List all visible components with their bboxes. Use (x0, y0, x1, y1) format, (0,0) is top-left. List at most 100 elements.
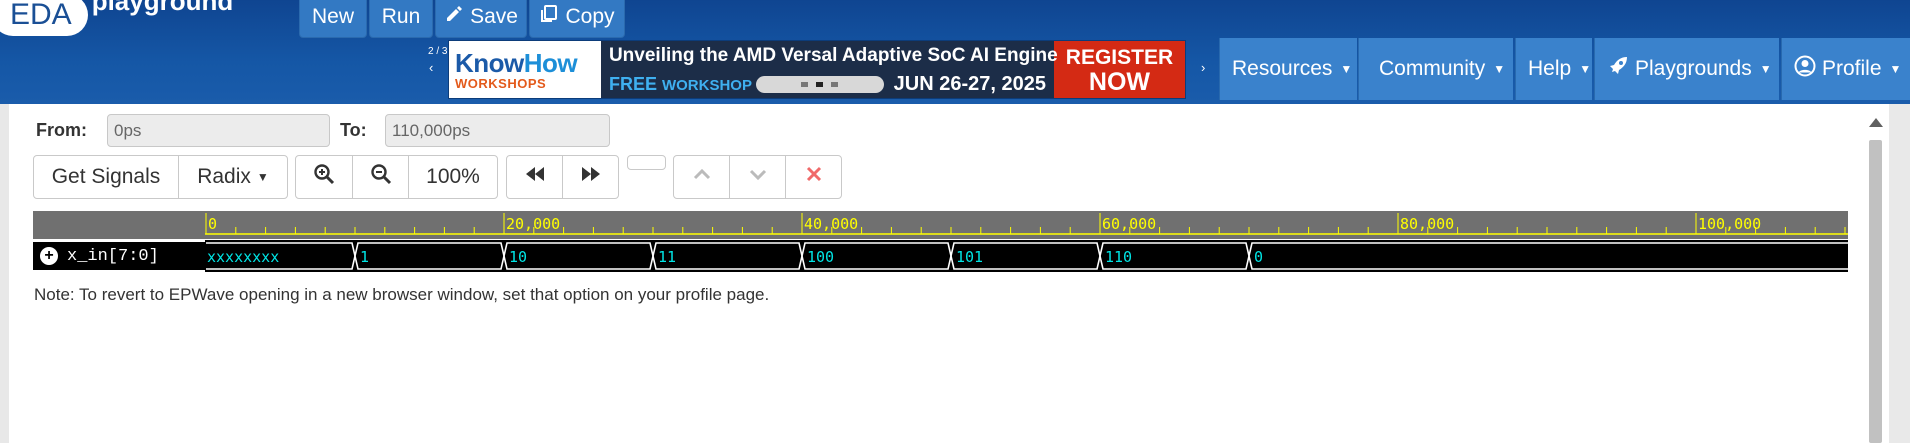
scroll-thumb[interactable] (1869, 140, 1882, 443)
user-circle-icon (1794, 55, 1816, 83)
zoom-in-icon (313, 163, 335, 191)
signal-row-label[interactable]: + x_in[7:0] (33, 242, 205, 270)
blank-button[interactable] (627, 155, 666, 170)
signal-trace[interactable]: xxxxxxxx 1 10 11 100 101 110 0 (205, 240, 1848, 272)
logo-eda-text: EDA (0, 0, 88, 36)
ad-brand: KnowHow WORKSHOPS (449, 41, 601, 98)
ad-message: Unveiling the AMD Versal Adaptive SoC AI… (600, 41, 1058, 98)
left-edge (0, 104, 9, 443)
ad-pager (755, 76, 884, 93)
scroll-up-icon[interactable] (1869, 118, 1883, 127)
get-signals-label: Get Signals (51, 165, 161, 188)
zoom-out-button[interactable] (352, 155, 409, 199)
caret-down-icon: ▼ (256, 170, 269, 184)
caret-down-icon: ▼ (1759, 62, 1772, 76)
caret-down-icon: ▼ (1579, 62, 1592, 76)
ruler-tick-label: 100,000 (1698, 215, 1761, 233)
run-button-label: Run (381, 5, 421, 28)
top-navbar: EDA playground New Run Save Copy 2 / 3 ‹… (0, 0, 1910, 104)
ruler-tick-label: 40,000 (804, 215, 858, 233)
remove-signal-button[interactable] (785, 155, 842, 199)
signal-segment[interactable] (354, 242, 505, 270)
signal-value-label: 100 (807, 248, 834, 266)
expand-signal-icon[interactable]: + (40, 247, 58, 265)
signal-value-label: 10 (509, 248, 527, 266)
ad-date: JUN 26-27, 2025 (893, 73, 1046, 95)
zoom-out-icon (370, 163, 392, 191)
ruler-tick-label: 60,000 (1102, 215, 1156, 233)
copy-button[interactable]: Copy (529, 0, 625, 38)
ad-cta-line1: REGISTER (1065, 45, 1174, 69)
signal-value-label: 110 (1105, 248, 1132, 266)
time-ruler[interactable]: 0 20,000 40,000 60,000 80,000 100,000 (205, 211, 1848, 239)
nav-profile-label: Profile (1822, 57, 1882, 80)
nav-playgrounds[interactable]: Playgrounds ▼ (1594, 38, 1779, 100)
ad-brand-sub: WORKSHOPS (455, 75, 547, 91)
nav-community[interactable]: Community ▼ (1358, 38, 1513, 100)
carousel-next-icon[interactable]: › (1201, 60, 1205, 75)
nav-resources-label: Resources (1232, 57, 1333, 80)
pencil-icon (444, 4, 464, 30)
move-up-button[interactable] (673, 155, 730, 199)
caret-down-icon: ▼ (1340, 62, 1353, 76)
radix-label: Radix (197, 165, 251, 188)
nav-community-label: Community (1379, 57, 1486, 80)
forward-icon (580, 163, 602, 191)
nav-profile[interactable]: Profile ▼ (1781, 38, 1910, 100)
from-label: From: (36, 120, 87, 140)
run-button[interactable]: Run (369, 0, 433, 38)
to-input[interactable] (385, 114, 610, 147)
signal-value-label: xxxxxxxx (207, 248, 279, 266)
ad-workshop: WORKSHOP (661, 77, 752, 94)
ruler-corner (33, 211, 205, 239)
save-button-label: Save (470, 5, 518, 28)
radix-dropdown[interactable]: Radix ▼ (178, 155, 288, 199)
epwave-panel (9, 104, 1889, 443)
nav-help[interactable]: Help ▼ (1515, 38, 1592, 100)
ad-brand-how: How (523, 47, 578, 78)
ad-banner[interactable]: KnowHow WORKSHOPS Unveiling the AMD Vers… (448, 40, 1186, 99)
zoom-level-label: 100% (426, 165, 480, 188)
eda-playground-logo[interactable]: EDA playground (0, 0, 233, 38)
signal-value-label: 1 (360, 248, 369, 266)
carousel-prev-icon[interactable]: ‹ (429, 60, 433, 75)
new-button-label: New (312, 5, 355, 28)
carousel-counter: 2 / 3 (428, 46, 448, 57)
ruler-tick-label: 80,000 (1400, 215, 1454, 233)
get-signals-button[interactable]: Get Signals (33, 155, 179, 199)
vertical-scrollbar[interactable] (1866, 112, 1884, 443)
caret-down-icon: ▼ (1889, 62, 1902, 76)
copy-icon (539, 4, 559, 30)
ad-cta-line2: NOW (1088, 67, 1151, 96)
scroll-back-button[interactable] (506, 155, 563, 199)
ruler-tick-label: 0 (208, 215, 217, 233)
move-down-button[interactable] (729, 155, 786, 199)
ad-brand-know: Know (455, 47, 524, 78)
caret-down-icon: ▼ (1493, 62, 1506, 76)
rocket-icon (1607, 55, 1629, 83)
signal-name: x_in[7:0] (67, 246, 159, 266)
epwave-note: Note: To revert to EPWave opening in a n… (34, 285, 770, 304)
signal-segment[interactable] (1248, 242, 1848, 270)
chevron-down-icon (747, 163, 769, 191)
scroll-forward-button[interactable] (562, 155, 619, 199)
nav-playgrounds-label: Playgrounds (1635, 57, 1752, 80)
ad-register-cta[interactable]: REGISTER NOW (1053, 41, 1185, 98)
ad-headline: Unveiling the AMD Versal Adaptive SoC AI… (608, 45, 1058, 66)
signal-value-label: 101 (956, 248, 983, 266)
ad-free: FREE (608, 74, 657, 94)
new-button[interactable]: New (299, 0, 367, 38)
signal-value-label: 0 (1254, 248, 1263, 266)
save-button[interactable]: Save (435, 0, 527, 38)
waveform-viewer: 0 20,000 40,000 60,000 80,000 100,000 + x_in[… (33, 211, 1848, 273)
zoom-in-button[interactable] (295, 155, 353, 199)
backward-icon (524, 163, 546, 191)
close-icon (803, 163, 825, 191)
to-label: To: (340, 120, 367, 140)
nav-resources[interactable]: Resources ▼ (1219, 38, 1357, 100)
ruler-tick-label: 20,000 (506, 215, 560, 233)
chevron-up-icon (691, 163, 713, 191)
from-input[interactable] (107, 114, 330, 147)
signal-value-label: 11 (658, 248, 676, 266)
zoom-level-button[interactable]: 100% (408, 155, 498, 199)
